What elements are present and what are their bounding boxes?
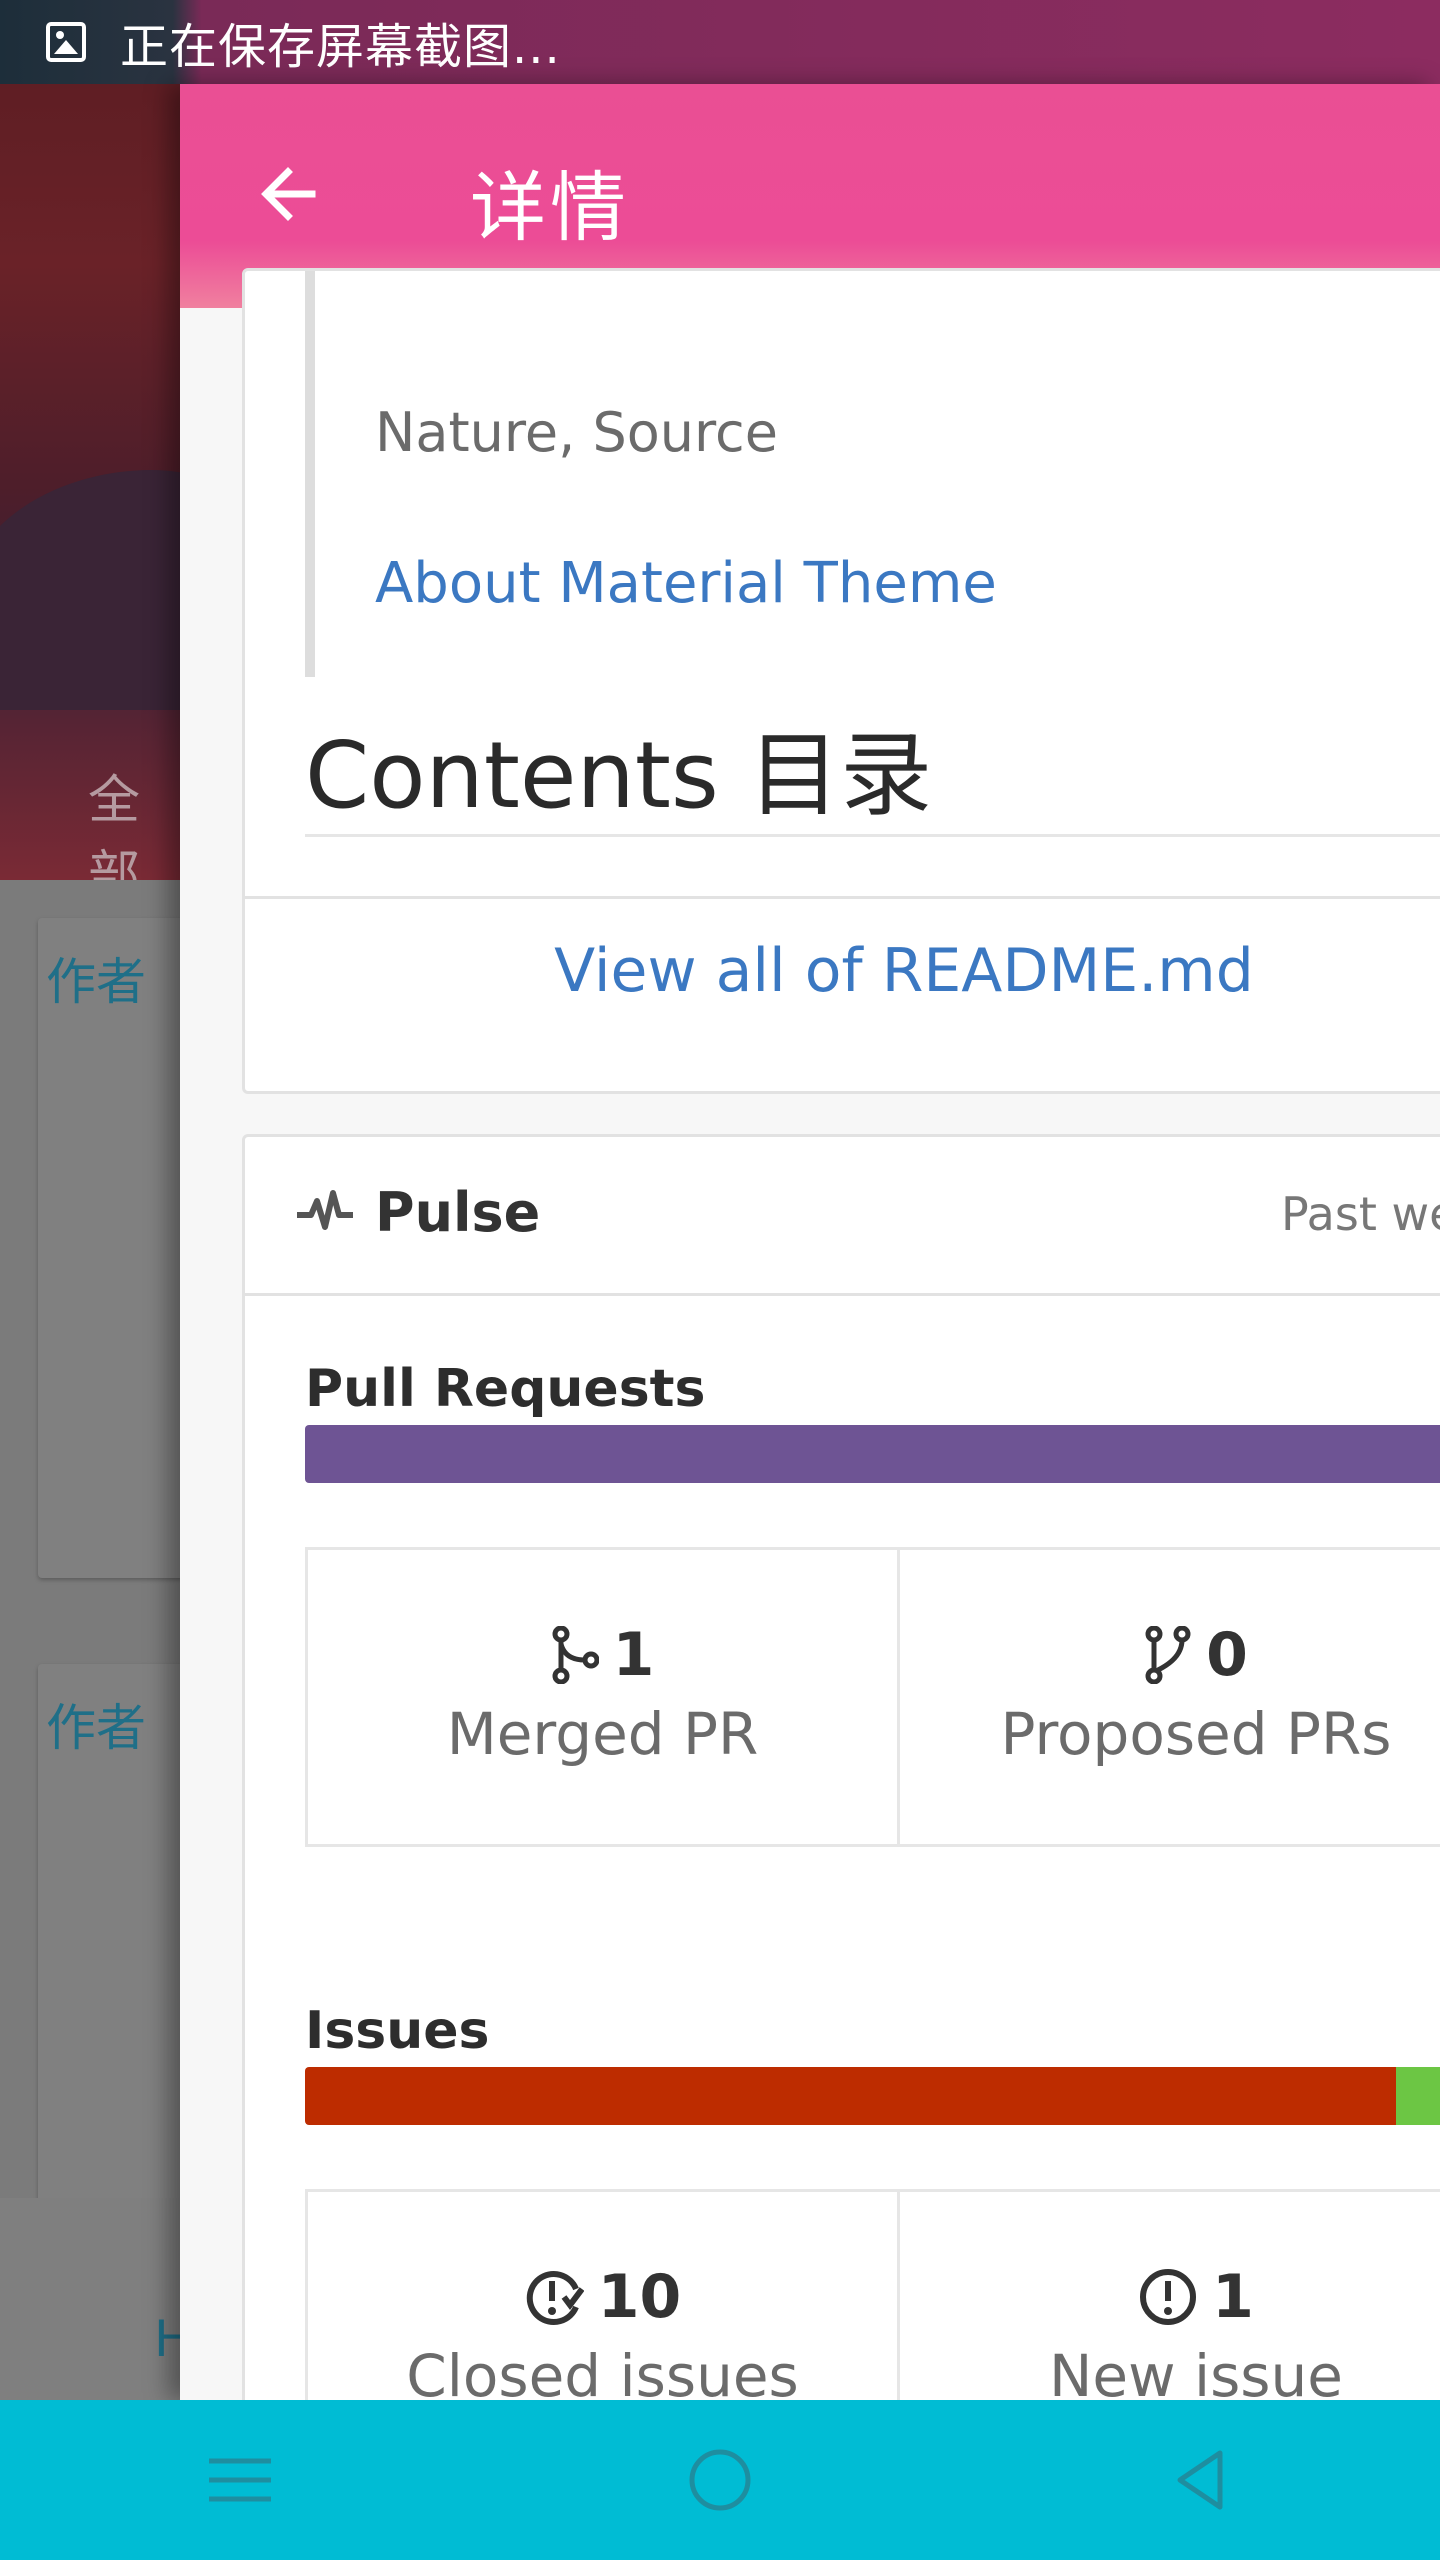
background-card-list: 作者 作者	[0, 880, 238, 2400]
new-issue-label: New issue	[1049, 2342, 1343, 2400]
merged-pr-stat[interactable]: 1 Merged PR	[308, 1550, 900, 1844]
background-card-author: 作者	[46, 953, 146, 1011]
background-header-image: 全部	[0, 0, 180, 880]
background-card-author: 作者	[46, 1699, 146, 1757]
issue-opened-icon	[1140, 2269, 1197, 2325]
new-issue-stat[interactable]: 1 New issue	[900, 2192, 1440, 2400]
detail-panel: 详情 Nature, Source About Material Theme C…	[180, 84, 1440, 2400]
home-circle-icon	[689, 2449, 751, 2511]
issue-closed-icon	[526, 2271, 584, 2325]
issues-title: Issues	[305, 2001, 490, 2061]
status-bar: 正在保存屏幕截图...	[0, 0, 1440, 84]
git-pull-request-icon	[1145, 1626, 1191, 1684]
page-title: 详情	[470, 163, 630, 252]
blockquote-bar	[305, 271, 315, 677]
menu-button[interactable]	[180, 2420, 300, 2540]
contents-heading: Contents 目录	[305, 722, 933, 829]
proposed-prs-label: Proposed PRs	[1000, 1700, 1392, 1768]
pulse-title: Pulse	[375, 1181, 541, 1244]
screenshot-image-icon	[46, 22, 86, 62]
proposed-prs-count: 0	[1206, 1620, 1248, 1690]
pull-requests-title: Pull Requests	[305, 1359, 706, 1419]
issues-stats: 10 Closed issues 1 New issue	[305, 2189, 1440, 2400]
background-bottom-strip	[0, 2198, 180, 2400]
readme-card: Nature, Source About Material Theme Cont…	[242, 268, 1440, 1094]
menu-icon	[209, 2458, 271, 2502]
pulse-card: Pulse Past we Pull Requests 1 Merged PR …	[242, 1134, 1440, 2400]
git-merge-icon	[552, 1626, 599, 1684]
closed-issues-stat[interactable]: 10 Closed issues	[308, 2192, 900, 2400]
issues-bar-segment-1	[1395, 2067, 1440, 2125]
background-tab-all: 全部	[88, 771, 141, 880]
back-nav-button[interactable]	[1140, 2420, 1260, 2540]
pull-requests-bar	[305, 1425, 1440, 1483]
back-triangle-icon	[1177, 2450, 1223, 2510]
pull-requests-stats: 1 Merged PR 0 Proposed PRs	[305, 1547, 1440, 1847]
card-divider	[245, 896, 1440, 899]
pulse-icon	[297, 1190, 353, 1230]
issues-bar	[305, 2067, 1440, 2125]
background-mountain	[0, 470, 180, 710]
heading-divider	[305, 834, 1440, 837]
screen: 全部 作者 作者 H 正在保存屏幕截图... 详情 Nature, Source	[0, 0, 1440, 2560]
merged-pr-label: Merged PR	[446, 1700, 759, 1768]
status-text: 正在保存屏幕截图...	[120, 19, 561, 75]
pull-requests-bar-segment-0	[305, 1425, 1440, 1483]
merged-pr-count: 1	[612, 1620, 655, 1690]
closed-issues-count: 10	[597, 2262, 682, 2332]
new-issue-count: 1	[1212, 2262, 1254, 2332]
issues-bar-segment-0	[305, 2067, 1396, 2125]
blockquote-text: Nature, Source	[375, 401, 778, 464]
pulse-header: Pulse Past we	[245, 1137, 1440, 1296]
system-nav-bar	[0, 2400, 1440, 2560]
proposed-prs-stat[interactable]: 0 Proposed PRs	[900, 1550, 1440, 1844]
about-material-theme-link[interactable]: About Material Theme	[375, 551, 997, 616]
view-all-readme-link[interactable]: View all of README.md	[245, 936, 1440, 1006]
pulse-period[interactable]: Past we	[1281, 1187, 1440, 1241]
back-button[interactable]	[250, 154, 330, 234]
closed-issues-label: Closed issues	[406, 2342, 799, 2400]
arrow-left-icon	[261, 167, 316, 221]
home-button[interactable]	[660, 2420, 780, 2540]
